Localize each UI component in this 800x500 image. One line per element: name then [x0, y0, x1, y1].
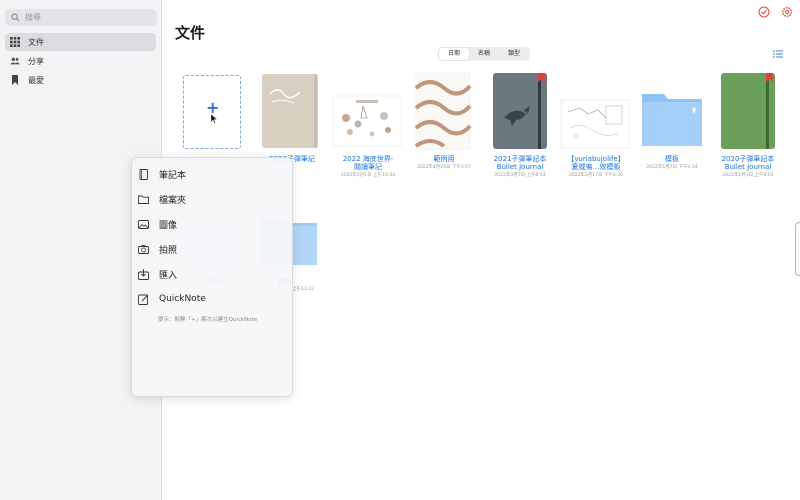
bookmark-icon [12, 75, 18, 85]
document-title: 2021子彈筆記本 Bullet Journal [493, 155, 547, 171]
menu-item-folder[interactable]: 檔案夾 [138, 191, 288, 207]
document-title: 模板 [665, 155, 679, 163]
folder-icon [642, 94, 702, 146]
image-icon [138, 219, 149, 229]
document-date: 2022年5月1日 上午10:34 [340, 173, 396, 178]
sidebar-item-shared[interactable]: 分享 [5, 52, 156, 70]
menu-item-quicknote[interactable]: QuickNote [138, 291, 288, 307]
grid-icon [10, 37, 20, 47]
notebook-cover [414, 72, 472, 150]
menu-hint: 提示：點擊「+」兩次以建立QuickNote [158, 317, 258, 323]
menu-item-import[interactable]: 匯入 [138, 266, 288, 282]
sidebar-item-label: 文件 [28, 37, 44, 47]
new-item-menu: 筆記本 檔案夾 圖像 拍照 匯入 QuickNote 提示：點擊「+」兩次以建立… [131, 157, 293, 397]
camera-icon [138, 244, 149, 254]
sidebar-item-label: 分享 [28, 56, 44, 66]
notebook-cover [560, 99, 630, 149]
document-date: 2022年1月3日 上午9:03 [722, 173, 774, 178]
search-placeholder: 搜尋 [25, 13, 41, 22]
notebook-cover [493, 73, 547, 149]
sort-by-name[interactable]: 名稱 [469, 48, 499, 60]
sidebar-item-favorites[interactable]: 最愛 [5, 71, 156, 89]
document-title: 範例用 [433, 155, 455, 163]
menu-item-label: 筆記本 [159, 170, 187, 181]
sort-segmented-control: 日期 名稱 類型 [438, 47, 531, 61]
menu-item-label: 圖像 [159, 220, 178, 231]
menu-item-camera[interactable]: 拍照 [138, 241, 288, 257]
notebook-cover [262, 74, 318, 148]
quicknote-icon [138, 294, 149, 305]
menu-item-label: 拍照 [159, 245, 178, 256]
list-view-icon[interactable] [773, 49, 783, 59]
page-title: 文件 [175, 24, 206, 42]
menu-item-label: QuickNote [159, 294, 206, 304]
cursor-icon [211, 114, 218, 124]
search-input[interactable]: 搜尋 [5, 9, 157, 26]
notebook-icon [139, 168, 148, 180]
menu-item-notebook[interactable]: 筆記本 [138, 166, 288, 182]
import-icon [138, 268, 149, 280]
scroll-handle[interactable] [795, 222, 800, 276]
checkmark-circle-icon[interactable] [758, 6, 770, 18]
document-title: 2020子彈筆記本 Bullet Journal [721, 155, 775, 171]
document-date: 2022年2月17日 下午6:30 [568, 173, 624, 178]
menu-item-image[interactable]: 圖像 [138, 216, 288, 232]
sort-by-type[interactable]: 類型 [499, 48, 529, 60]
menu-item-label: 檔案夾 [159, 195, 187, 206]
people-icon [10, 57, 20, 65]
search-icon [11, 13, 20, 22]
notebook-cover [332, 95, 402, 147]
sort-by-date[interactable]: 日期 [439, 48, 470, 60]
folder-icon [138, 195, 149, 204]
gear-icon[interactable] [781, 6, 793, 18]
sidebar-item-documents[interactable]: 文件 [5, 33, 156, 51]
menu-item-label: 匯入 [159, 270, 178, 281]
add-document-button[interactable]: + [183, 75, 241, 149]
sidebar-item-label: 最愛 [28, 75, 44, 85]
notebook-cover [721, 73, 775, 149]
ghost-folder-date: 上午11:42 [292, 287, 314, 292]
